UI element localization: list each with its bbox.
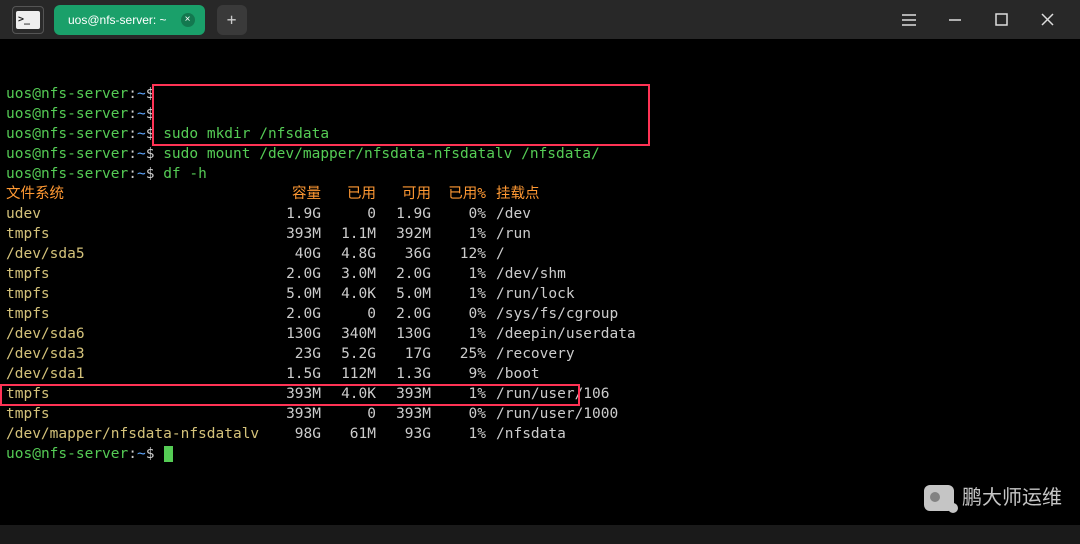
prompt-line: uos@nfs-server:~$ sudo mount /dev/mapper… [6, 144, 1074, 164]
df-row: tmpfs2.0G02.0G0%/sys/fs/cgroup [6, 304, 1074, 324]
prompt-line: uos@nfs-server:~$ sudo mkdir /nfsdata [6, 124, 1074, 144]
df-row: /dev/sda6130G340M130G1%/deepin/userdata [6, 324, 1074, 344]
watermark-text: 鹏大师运维 [962, 488, 1062, 508]
df-row: /dev/sda11.5G112M1.3G9%/boot [6, 364, 1074, 384]
prompt-line: uos@nfs-server:~$ df -h [6, 164, 1074, 184]
df-row: udev1.9G01.9G0%/dev [6, 204, 1074, 224]
command-text: sudo mkdir /nfsdata [163, 126, 329, 142]
prompt-line: uos@nfs-server:~$ [6, 444, 1074, 464]
window-controls [900, 13, 1072, 27]
app-icon: >_ [12, 6, 44, 34]
df-row: tmpfs393M0393M0%/run/user/1000 [6, 404, 1074, 424]
wechat-icon [924, 485, 954, 511]
maximize-icon[interactable] [992, 13, 1010, 26]
df-row: tmpfs393M4.0K393M1%/run/user/106 [6, 384, 1074, 404]
cursor [164, 446, 173, 462]
df-row: /dev/sda540G4.8G36G12%/ [6, 244, 1074, 264]
watermark: 鹏大师运维 [924, 485, 1062, 511]
menu-icon[interactable] [900, 14, 918, 26]
df-header: 文件系统容量已用可用已用%挂载点 [6, 184, 1074, 204]
new-tab-button[interactable]: + [217, 5, 247, 35]
terminal-body[interactable]: uos@nfs-server:~$ uos@nfs-server:~$ uos@… [0, 40, 1080, 525]
df-row: tmpfs393M1.1M392M1%/run [6, 224, 1074, 244]
df-row: /dev/sda323G5.2G17G25%/recovery [6, 344, 1074, 364]
df-row: tmpfs2.0G3.0M2.0G1%/dev/shm [6, 264, 1074, 284]
minimize-icon[interactable] [946, 13, 964, 27]
df-row: tmpfs5.0M4.0K5.0M1%/run/lock [6, 284, 1074, 304]
close-icon[interactable] [1038, 13, 1056, 26]
prompt-line: uos@nfs-server:~$ [6, 104, 1074, 124]
prompt-line: uos@nfs-server:~$ [6, 84, 1074, 104]
titlebar: >_ uos@nfs-server: ~ × + [0, 0, 1080, 40]
tab-title: uos@nfs-server: ~ [68, 13, 167, 27]
command-text: sudo mount /dev/mapper/nfsdata-nfsdatalv… [163, 146, 600, 162]
terminal-glyph-icon: >_ [16, 11, 40, 29]
plus-icon: + [227, 10, 237, 29]
command-text: df -h [163, 166, 207, 182]
df-row: /dev/mapper/nfsdata-nfsdatalv98G61M93G1%… [6, 424, 1074, 444]
tab-active[interactable]: uos@nfs-server: ~ × [54, 5, 205, 35]
tab-close-icon[interactable]: × [181, 13, 195, 27]
